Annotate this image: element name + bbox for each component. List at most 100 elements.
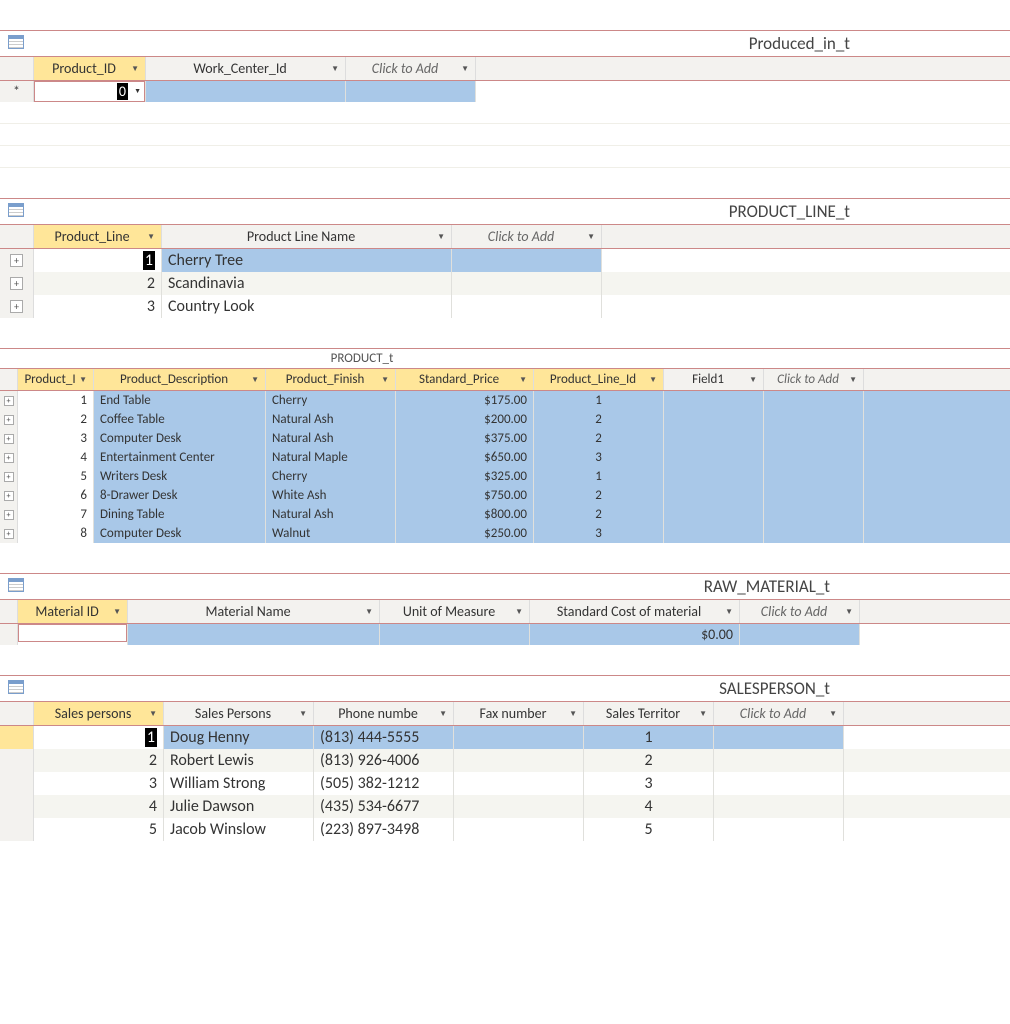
column-header[interactable]: Product_Description▼ (94, 369, 266, 390)
cell-value[interactable]: (813) 926-4006 (314, 749, 454, 772)
table-row[interactable]: +3Computer DeskNatural Ash$375.002 (0, 429, 1010, 448)
cell-value[interactable] (454, 772, 584, 795)
chevron-down-icon[interactable]: ▼ (515, 607, 523, 617)
chevron-down-icon[interactable]: ▼ (79, 375, 87, 385)
add-column[interactable]: Click to Add▼ (346, 57, 476, 80)
cell-value[interactable]: 1 (143, 251, 155, 270)
chevron-down-icon[interactable]: ▼ (331, 64, 339, 74)
chevron-down-icon[interactable]: ▼ (725, 607, 733, 617)
cell-value[interactable]: 5 (584, 818, 714, 841)
chevron-down-icon[interactable]: ▼ (461, 64, 469, 74)
column-header[interactable]: Field1▼ (664, 369, 764, 390)
cell-value[interactable]: 8 (18, 524, 94, 543)
add-column[interactable]: Click to Add▼ (740, 600, 860, 623)
table-row[interactable]: +5Writers DeskCherry$325.001 (0, 467, 1010, 486)
cell-value[interactable]: Robert Lewis (164, 749, 314, 772)
cell-value[interactable]: Computer Desk (94, 524, 266, 543)
expand-icon[interactable]: + (4, 472, 14, 482)
cell-value[interactable]: 3 (34, 295, 162, 318)
expand-icon[interactable]: + (4, 415, 14, 425)
cell-value[interactable]: $750.00 (396, 486, 534, 505)
cell-value[interactable] (454, 726, 584, 749)
chevron-down-icon[interactable]: ▼ (299, 709, 307, 719)
cell-value[interactable]: Doug Henny (164, 726, 314, 749)
cell-value[interactable]: 4 (34, 795, 164, 818)
chevron-down-icon[interactable]: ▼ (649, 375, 657, 385)
cell-value[interactable]: $325.00 (396, 467, 534, 486)
cell-value[interactable]: Natural Ash (266, 410, 396, 429)
add-column[interactable]: Click to Add▼ (714, 702, 844, 725)
table-row[interactable]: +2Coffee TableNatural Ash$200.002 (0, 410, 1010, 429)
cell-value[interactable]: 4 (18, 448, 94, 467)
cell-value[interactable]: 1 (584, 726, 714, 749)
cell-value[interactable]: Cherry Tree (162, 249, 452, 272)
column-header[interactable]: Sales Persons▼ (164, 702, 314, 725)
cell-value[interactable] (454, 818, 584, 841)
cell-value[interactable]: Scandinavia (162, 272, 452, 295)
table-row[interactable]: + 2 Scandinavia (0, 272, 1010, 295)
cell-value[interactable]: Natural Ash (266, 429, 396, 448)
cell-value[interactable]: 2 (584, 749, 714, 772)
cell-value[interactable]: Walnut (266, 524, 396, 543)
cell-value[interactable]: 3 (584, 772, 714, 795)
chevron-down-icon[interactable]: ▼ (587, 232, 595, 242)
chevron-down-icon[interactable]: ▼ (147, 232, 155, 242)
cell-value[interactable]: Country Look (162, 295, 452, 318)
expand-icon[interactable]: + (4, 396, 14, 406)
cell-value[interactable]: 4 (584, 795, 714, 818)
cell-value[interactable]: 2 (534, 410, 664, 429)
cell-value[interactable]: (435) 534-6677 (314, 795, 454, 818)
column-header-product-line-name[interactable]: Product Line Name▼ (162, 225, 452, 248)
chevron-down-icon[interactable]: ▼ (437, 232, 445, 242)
cell-value[interactable]: End Table (94, 391, 266, 410)
chevron-down-icon[interactable]: ▼ (829, 709, 837, 719)
new-record-row[interactable]: * 0 ▼ (0, 81, 1010, 102)
cell-value[interactable]: Jacob Winslow (164, 818, 314, 841)
table-row[interactable]: +4Entertainment CenterNatural Maple$650.… (0, 448, 1010, 467)
cell-value[interactable]: 1 (18, 391, 94, 410)
cell-value[interactable]: Computer Desk (94, 429, 266, 448)
chevron-down-icon[interactable]: ▼ (131, 64, 139, 74)
cell-value[interactable]: 3 (534, 524, 664, 543)
table-row[interactable]: 5Jacob Winslow(223) 897-34985 (0, 818, 1010, 841)
table-row[interactable]: + 3 Country Look (0, 295, 1010, 318)
chevron-down-icon[interactable]: ▼ (845, 607, 853, 617)
table-row[interactable]: 2Robert Lewis(813) 926-40062 (0, 749, 1010, 772)
column-header-product-line[interactable]: Product_Line▼ (34, 225, 162, 248)
cell-value[interactable]: Writers Desk (94, 467, 266, 486)
cell-value[interactable]: Julie Dawson (164, 795, 314, 818)
chevron-down-icon[interactable]: ▼ (439, 709, 447, 719)
expand-icon[interactable]: + (4, 529, 14, 539)
cell-value[interactable]: 1 (534, 467, 664, 486)
cell-value[interactable]: $200.00 (396, 410, 534, 429)
column-header[interactable]: Material ID▼ (18, 600, 128, 623)
cell-value[interactable]: 2 (18, 410, 94, 429)
column-header-work-center-id[interactable]: Work_Center_Id▼ (146, 57, 346, 80)
cell-value[interactable]: 0 (117, 83, 128, 100)
column-header[interactable]: Sales persons▼ (34, 702, 164, 725)
chevron-down-icon[interactable]: ▼ (849, 375, 857, 385)
cell-value[interactable]: (505) 382-1212 (314, 772, 454, 795)
column-header[interactable]: Phone numbe▼ (314, 702, 454, 725)
cell-value[interactable]: Cherry (266, 391, 396, 410)
column-header[interactable]: Sales Territor▼ (584, 702, 714, 725)
cell-value[interactable]: Natural Ash (266, 505, 396, 524)
cell-value[interactable]: William Strong (164, 772, 314, 795)
add-column[interactable]: Click to Add▼ (452, 225, 602, 248)
cell-value[interactable]: Natural Maple (266, 448, 396, 467)
cell-value[interactable]: (223) 897-3498 (314, 818, 454, 841)
column-header-product-id[interactable]: Product_ID▼ (34, 57, 146, 80)
expand-icon[interactable]: + (4, 434, 14, 444)
chevron-down-icon[interactable]: ▼ (365, 607, 373, 617)
add-column[interactable]: Click to Add▼ (764, 369, 864, 390)
cell-value[interactable]: $0.00 (530, 624, 740, 645)
cell-value[interactable]: Cherry (266, 467, 396, 486)
table-row[interactable]: +7Dining TableNatural Ash$800.002 (0, 505, 1010, 524)
cell-value[interactable] (454, 795, 584, 818)
column-header[interactable]: Material Name▼ (128, 600, 380, 623)
cell-value[interactable]: Entertainment Center (94, 448, 266, 467)
table-row[interactable]: 4Julie Dawson(435) 534-66774 (0, 795, 1010, 818)
expand-icon[interactable]: + (4, 491, 14, 501)
cell-value[interactable]: Coffee Table (94, 410, 266, 429)
column-header[interactable]: Fax number▼ (454, 702, 584, 725)
